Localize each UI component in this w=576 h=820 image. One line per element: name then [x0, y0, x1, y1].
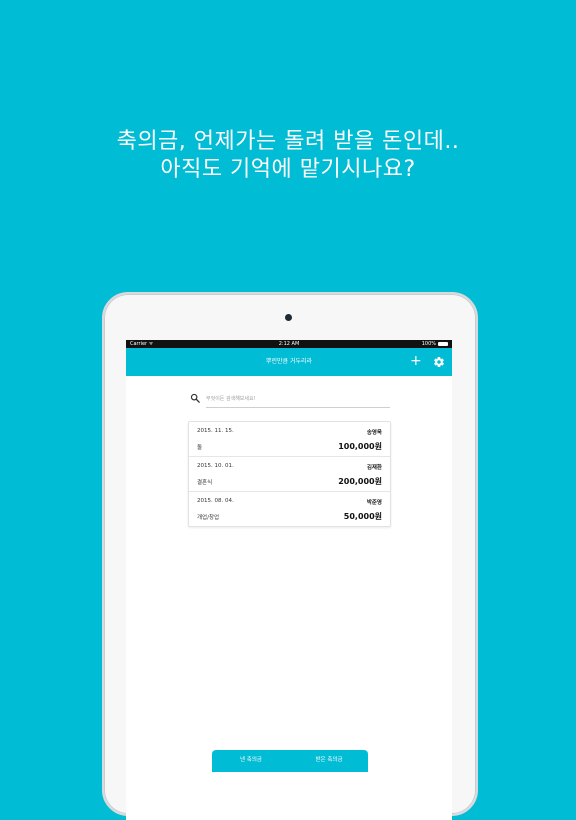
record-type: 개업/창업 — [197, 515, 220, 521]
record-type: 결혼식 — [197, 480, 213, 486]
record-name: 송영욱 — [366, 430, 382, 436]
record-amount: 100,000원 — [338, 442, 382, 451]
record-date: 2015. 10. 01. — [197, 463, 234, 469]
navigation-bar: 뿌린만큼 거두리라 + — [126, 348, 452, 376]
record-amount: 200,000원 — [338, 477, 382, 486]
gear-icon[interactable] — [433, 356, 445, 368]
battery-indicator: 100% — [422, 340, 448, 348]
record-type: 돌 — [197, 445, 203, 451]
add-record-button[interactable]: + — [410, 354, 422, 368]
search-input[interactable] — [206, 392, 390, 408]
search-bar — [190, 392, 391, 408]
tab-received[interactable]: 받은 축의금 — [290, 750, 368, 772]
tab-bar: 낸 축의금 받은 축의금 — [212, 750, 368, 772]
battery-percent: 100% — [421, 341, 436, 347]
app-title: 뿌린만큼 거두리라 — [265, 358, 313, 365]
battery-icon — [438, 342, 448, 346]
list-item[interactable]: 2015. 08. 04. 박준영 개업/창업 50,000원 — [189, 492, 390, 526]
record-amount: 50,000원 — [343, 512, 382, 521]
list-item[interactable]: 2015. 10. 01. 김재환 결혼식 200,000원 — [189, 457, 390, 492]
promo-headline: 축의금, 언제가는 돌려 받을 돈인데.. 아직도 기억에 맡기시나요? — [0, 128, 576, 184]
status-time: 2:12 AM — [278, 341, 300, 347]
app-screen: Carrier ᯤ 2:12 AM 100% 뿌린만큼 거두리라 + 무엇이든 … — [126, 340, 452, 820]
ipad-frame: Carrier ᯤ 2:12 AM 100% 뿌린만큼 거두리라 + 무엇이든 … — [102, 292, 478, 820]
camera-icon — [285, 314, 292, 321]
search-icon — [190, 393, 200, 403]
record-date: 2015. 08. 04. — [197, 498, 234, 504]
headline-line-1: 축의금, 언제가는 돌려 받을 돈인데.. — [116, 129, 460, 154]
list-item[interactable]: 2015. 11. 15. 송영욱 돌 100,000원 — [189, 422, 390, 457]
record-name: 박준영 — [366, 500, 382, 506]
record-name: 김재환 — [366, 465, 382, 471]
status-bar: Carrier ᯤ 2:12 AM 100% — [126, 340, 452, 348]
record-date: 2015. 11. 15. — [197, 428, 234, 434]
plus-icon: + — [410, 353, 422, 369]
headline-line-2: 아직도 기억에 맡기시나요? — [160, 157, 416, 182]
tab-given[interactable]: 낸 축의금 — [212, 750, 290, 772]
record-list: 2015. 11. 15. 송영욱 돌 100,000원 2015. 10. 0… — [188, 421, 391, 527]
